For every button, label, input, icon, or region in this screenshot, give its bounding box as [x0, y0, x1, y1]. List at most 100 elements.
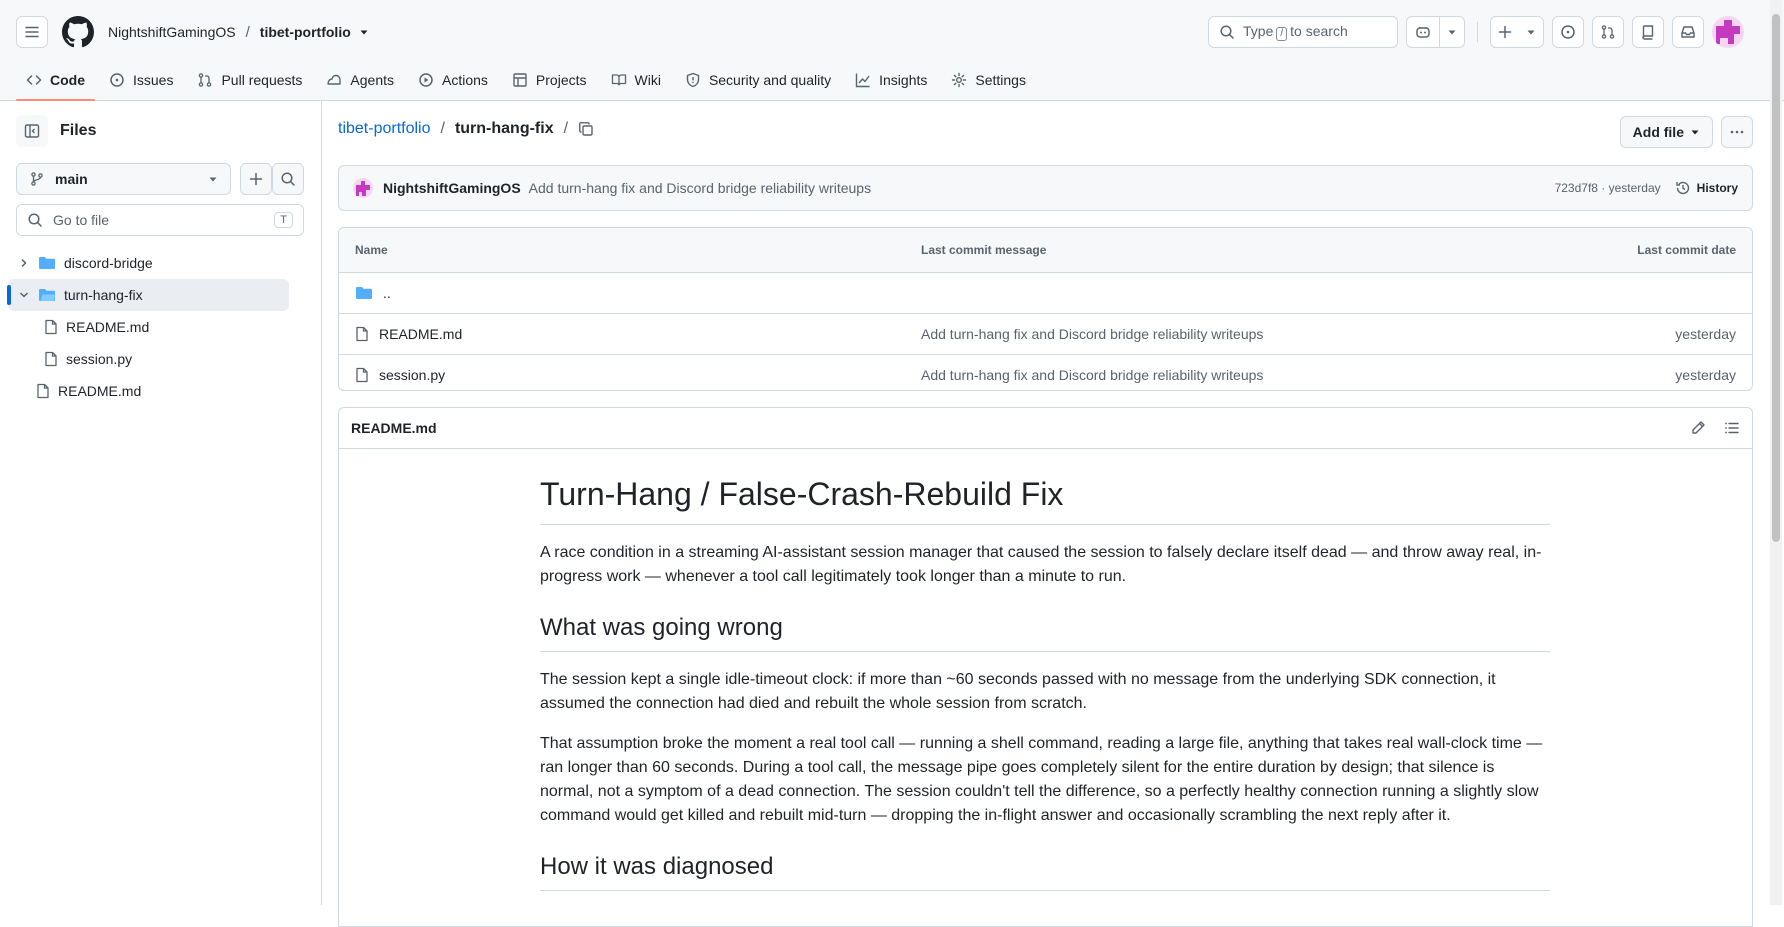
commit-hash-time[interactable]: 723d7f8 · yesterday	[1555, 181, 1661, 195]
file-name-cell: ..	[355, 285, 921, 301]
tree-item-session[interactable]: session.py	[8, 343, 289, 375]
search-icon	[1219, 24, 1235, 40]
commit-message[interactable]: Add turn-hang fix and Discord bridge rel…	[529, 180, 871, 196]
readme-title: Turn-Hang / False-Crash-Rebuild Fix	[540, 474, 1550, 525]
search-files-button[interactable]	[272, 163, 304, 195]
commit-date-cell: yesterday	[1675, 367, 1736, 383]
list-outline-icon[interactable]	[1724, 420, 1740, 436]
commit-author[interactable]: NightshiftGamingOS	[383, 180, 521, 196]
tree-item-root-readme[interactable]: README.md	[8, 375, 289, 407]
page-scrollbar[interactable]	[1770, 0, 1782, 905]
tree-item-discord-bridge[interactable]: discord-bridge	[8, 247, 289, 279]
repo-icon	[1640, 24, 1656, 40]
collapse-sidebar-button[interactable]	[16, 115, 48, 147]
plus-icon	[249, 172, 263, 186]
tab-label: Actions	[442, 72, 488, 88]
commit-message-cell[interactable]: Add turn-hang fix and Discord bridge rel…	[921, 367, 1675, 383]
readme-actions	[1690, 420, 1740, 436]
add-file-label: Add file	[1632, 124, 1684, 140]
search-icon	[280, 171, 296, 187]
breadcrumb-repo[interactable]: tibet-portfolio	[260, 24, 351, 40]
github-logo-icon[interactable]	[62, 16, 94, 48]
readme-intro: A race condition in a streaming AI-assis…	[540, 544, 1542, 585]
header-actions: Type / to search	[1208, 16, 1744, 48]
table-header-row: Name Last commit message Last commit dat…	[339, 228, 1752, 272]
file-icon	[44, 351, 58, 367]
tab-issues[interactable]: Issues	[99, 60, 183, 100]
pull-requests-button[interactable]	[1592, 16, 1624, 48]
plus-icon[interactable]	[1491, 17, 1519, 47]
agents-icon	[326, 72, 342, 88]
tab-actions[interactable]: Actions	[408, 60, 498, 100]
copy-path-icon[interactable]	[578, 121, 594, 137]
commit-message-cell[interactable]: Add turn-hang fix and Discord bridge rel…	[921, 326, 1675, 342]
tab-pull-requests[interactable]: Pull requests	[187, 60, 312, 100]
file-name-cell: session.py	[355, 367, 921, 383]
tab-agents[interactable]: Agents	[316, 60, 404, 100]
header-divider	[1477, 22, 1478, 42]
tab-label: Pull requests	[221, 72, 303, 88]
issues-button[interactable]	[1552, 16, 1584, 48]
column-header-date: Last commit date	[1637, 243, 1736, 257]
tab-label: Agents	[350, 72, 394, 88]
table-row-parent-dir[interactable]: ..	[339, 272, 1752, 313]
create-new-button[interactable]	[1490, 16, 1544, 48]
menu-button[interactable]	[16, 16, 48, 48]
tab-label: Security and quality	[708, 72, 832, 88]
add-file-button[interactable]: Add file	[1619, 116, 1713, 148]
add-file-sidebar-button[interactable]	[240, 163, 272, 195]
tab-label: Issues	[133, 72, 174, 88]
history-button[interactable]: History	[1675, 180, 1738, 196]
tab-projects[interactable]: Projects	[502, 60, 597, 100]
search-input[interactable]: Type / to search	[1208, 16, 1398, 48]
tree-item-turn-hang-fix[interactable]: turn-hang-fix	[7, 279, 289, 311]
breadcrumb-current: turn-hang-fix	[454, 120, 554, 137]
breadcrumb-repo-link[interactable]: tibet-portfolio	[338, 120, 431, 138]
go-to-file-input[interactable]: Go to file T	[16, 204, 304, 236]
chevron-down-icon[interactable]	[18, 289, 30, 301]
inbox-button[interactable]	[1672, 16, 1704, 48]
more-options-button[interactable]	[1721, 116, 1753, 148]
chevron-down-icon[interactable]	[1519, 17, 1543, 47]
file-name[interactable]: README.md	[379, 326, 462, 342]
chevron-down-icon[interactable]	[1440, 17, 1464, 47]
paragraph-idle-timeout: The session kept a single idle-timeout c…	[540, 671, 1496, 712]
tree-item-readme[interactable]: README.md	[8, 311, 289, 343]
breadcrumb-separator: /	[440, 120, 445, 137]
file-name-cell: README.md	[355, 326, 921, 342]
pencil-icon[interactable]	[1690, 420, 1706, 436]
book-icon	[611, 72, 627, 88]
hamburger-icon	[24, 24, 40, 40]
table-icon	[512, 72, 528, 88]
user-avatar[interactable]	[1712, 16, 1744, 48]
tab-settings[interactable]: Settings	[941, 60, 1036, 100]
kebab-horizontal-icon	[1729, 124, 1745, 140]
copilot-button[interactable]	[1406, 16, 1465, 48]
scrollbar-thumb[interactable]	[1772, 14, 1780, 542]
file-name[interactable]: ..	[383, 285, 391, 301]
repo-dropdown-caret-icon[interactable]	[359, 27, 369, 37]
readme-header: README.md	[339, 408, 1752, 449]
table-row[interactable]: session.py Add turn-hang fix and Discord…	[339, 354, 1752, 390]
repositories-button[interactable]	[1632, 16, 1664, 48]
tab-label: Settings	[975, 72, 1026, 88]
breadcrumb-owner[interactable]: NightshiftGamingOS	[108, 24, 236, 40]
graph-icon	[855, 72, 871, 88]
tab-security[interactable]: Security and quality	[675, 60, 841, 100]
commit-date-cell: yesterday	[1675, 326, 1736, 342]
branch-selector[interactable]: main	[16, 163, 231, 195]
tab-wiki[interactable]: Wiki	[601, 60, 671, 100]
breadcrumb: tibet-portfolio / turn-hang-fix /	[338, 113, 594, 145]
table-row[interactable]: README.md Add turn-hang fix and Discord …	[339, 313, 1752, 354]
shortcut-key: T	[274, 212, 293, 228]
folder-open-icon	[38, 287, 56, 303]
author-avatar[interactable]	[353, 178, 373, 198]
tab-code[interactable]: Code	[16, 60, 95, 101]
file-name[interactable]: session.py	[379, 367, 445, 383]
branch-name: main	[55, 171, 88, 187]
chevron-right-icon[interactable]	[18, 257, 30, 269]
tree-item-label: session.py	[66, 351, 133, 367]
tab-insights[interactable]: Insights	[845, 60, 937, 100]
chevron-down-icon	[1690, 127, 1700, 137]
copilot-icon[interactable]	[1407, 17, 1440, 47]
